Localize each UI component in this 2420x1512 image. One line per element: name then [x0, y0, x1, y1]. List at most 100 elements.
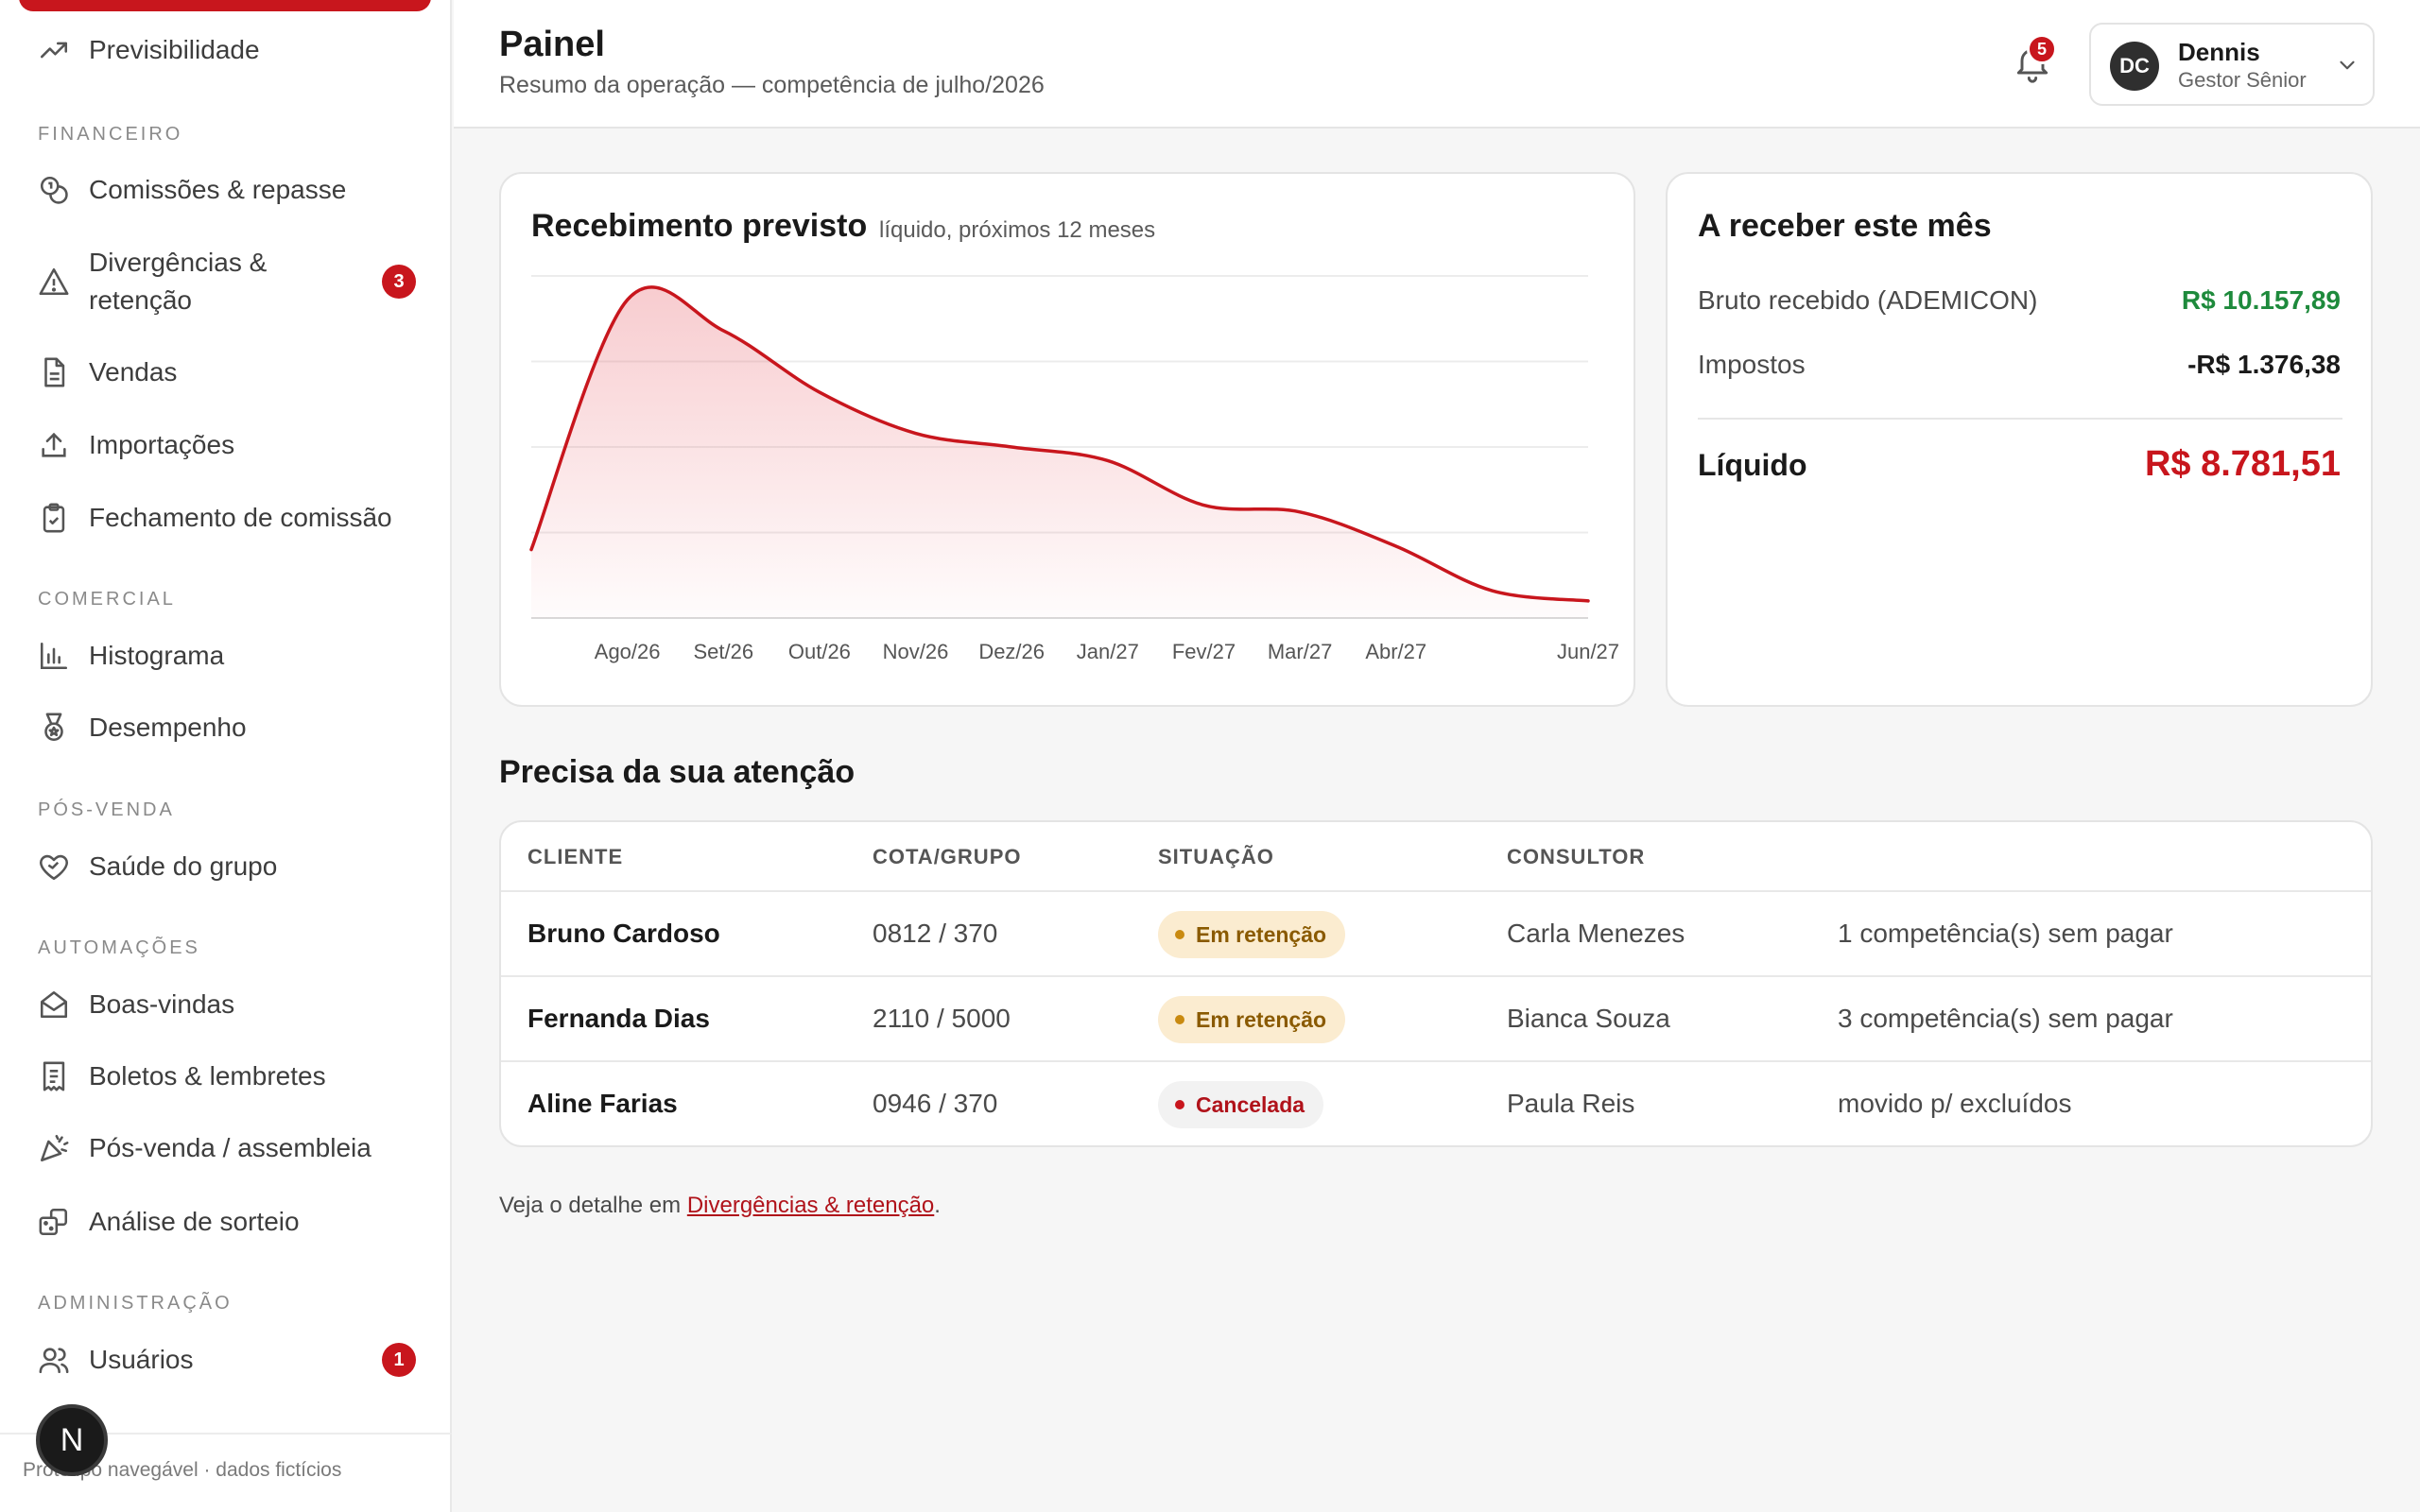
forecast-card: Recebimento previsto líquido, próximos 1…	[499, 172, 1635, 707]
gross-received-value: R$ 10.157,89	[2181, 285, 2341, 315]
alert-triangle-icon	[38, 266, 70, 298]
table-row[interactable]: Aline Farias 0946 / 370 Cancelada Paula …	[501, 1060, 2371, 1145]
sidebar-item-desempenho[interactable]: Desempenho	[38, 712, 416, 744]
sidebar-item-pos-venda-assembleia[interactable]: Pós-venda / assembleia	[38, 1132, 416, 1164]
sidebar-item-boletos[interactable]: Boletos & lembretes	[38, 1060, 416, 1092]
net-label: Líquido	[1698, 448, 1807, 482]
attention-title: Precisa da sua atenção	[499, 754, 856, 790]
x-axis-ticks: Ago/26 Set/26 Out/26 Nov/26 Dez/26 Jan/27 Fev/…	[595, 640, 1619, 663]
active-nav-item[interactable]	[19, 0, 431, 11]
mail-open-icon	[38, 988, 70, 1021]
status-dot	[1175, 1015, 1184, 1024]
x-tick-label: Out/26	[788, 640, 851, 663]
sidebar-item-label: Boletos & lembretes	[89, 1061, 326, 1091]
sidebar-item-comissoes[interactable]: Comissões & repasse	[38, 174, 416, 206]
row-note: 3 competência(s) sem pagar	[1838, 1004, 2173, 1033]
sidebar-item-previsibilidade[interactable]: Previsibilidade	[38, 34, 416, 66]
sidebar-item-label: Boas-vindas	[89, 989, 235, 1019]
receivable-title: A receber este mês	[1698, 208, 1992, 244]
quota-group: 2110 / 5000	[873, 1004, 1011, 1033]
x-tick-label: Nov/26	[883, 640, 949, 663]
status-label: Em retenção	[1196, 1006, 1327, 1032]
sidebar-item-importacoes[interactable]: Importações	[38, 429, 416, 461]
coins-icon	[38, 174, 70, 206]
page-subtitle: Resumo da operação — competência de julh…	[499, 72, 1045, 98]
sidebar-item-label: Vendas	[89, 357, 178, 387]
top-header: Painel Resumo da operação — competência …	[454, 0, 2420, 129]
usuarios-count-badge: 1	[382, 1343, 416, 1377]
section-label-pos-venda: PÓS-VENDA	[38, 799, 175, 820]
row-note: 1 competência(s) sem pagar	[1838, 919, 2173, 948]
divergencias-count-badge: 3	[382, 265, 416, 299]
sidebar-item-label: Análise de sorteio	[89, 1207, 300, 1236]
status-badge: Em retenção	[1158, 911, 1346, 958]
x-tick-label: Ago/26	[595, 640, 661, 663]
divergencias-link[interactable]: Divergências & retenção	[687, 1193, 934, 1218]
client-name: Bruno Cardoso	[527, 919, 720, 948]
sidebar-item-label: Importações	[89, 430, 235, 459]
clipboard-check-icon	[38, 502, 70, 534]
sidebar-item-fechamento[interactable]: Fechamento de comissão	[38, 502, 416, 534]
footnote: Veja o detalhe em Divergências & retençã…	[499, 1193, 941, 1219]
section-label-financeiro: FINANCEIRO	[38, 124, 183, 145]
status-label: Em retenção	[1196, 921, 1327, 947]
client-name: Fernanda Dias	[527, 1004, 710, 1033]
sidebar-item-label: Comissões & repasse	[89, 175, 347, 204]
quota-group: 0946 / 370	[873, 1089, 998, 1118]
x-tick-label: Abr/27	[1365, 640, 1426, 663]
upload-icon	[38, 429, 70, 461]
quota-group: 0812 / 370	[873, 919, 998, 948]
section-label-comercial: COMERCIAL	[38, 589, 176, 610]
x-tick-label: Fev/27	[1172, 640, 1236, 663]
sidebar-item-label: Fechamento de comissão	[89, 503, 392, 532]
x-tick-label: Set/26	[693, 640, 753, 663]
sidebar-item-divergencias[interactable]: Divergências & retenção 3	[38, 244, 416, 319]
section-label-automacoes: AUTOMAÇÕES	[38, 937, 200, 958]
gross-received-label: Bruto recebido (ADEMICON)	[1698, 285, 2038, 315]
taxes-label: Impostos	[1698, 350, 1806, 379]
attention-table: CLIENTE COTA/GRUPO SITUAÇÃO CONSULTOR Br…	[499, 820, 2373, 1147]
column-header-client: CLIENTE	[527, 845, 624, 868]
taxes-value: -R$ 1.376,38	[2187, 350, 2341, 379]
chevron-down-icon	[2335, 53, 2360, 77]
sidebar-item-label: Usuários	[89, 1345, 194, 1374]
dev-tools-button[interactable]: N	[36, 1404, 108, 1476]
user-role: Gestor Sênior	[2178, 68, 2307, 92]
sidebar-item-label: Pós-venda / assembleia	[89, 1133, 372, 1162]
x-tick-label: Jan/27	[1077, 640, 1139, 663]
sidebar-item-analise-sorteio[interactable]: Análise de sorteio	[38, 1206, 416, 1238]
bar-chart-icon	[38, 640, 70, 672]
dice-icon	[38, 1206, 70, 1238]
user-menu[interactable]: DC Dennis Gestor Sênior	[2089, 23, 2375, 106]
sidebar-item-label: Saúde do grupo	[89, 851, 278, 881]
sidebar-item-saude-grupo[interactable]: Saúde do grupo	[38, 850, 416, 883]
sidebar-item-histograma[interactable]: Histograma	[38, 640, 416, 672]
table-row[interactable]: Bruno Cardoso 0812 / 370 Em retenção Car…	[501, 890, 2371, 975]
page-title: Painel	[499, 25, 605, 64]
sidebar-item-label: Desempenho	[89, 713, 247, 742]
sidebar-item-vendas[interactable]: Vendas	[38, 356, 416, 388]
net-value: R$ 8.781,51	[2144, 444, 2341, 484]
table-row[interactable]: Fernanda Dias 2110 / 5000 Em retenção Bi…	[501, 975, 2371, 1060]
users-icon	[38, 1344, 70, 1376]
x-tick-label: Dez/26	[978, 640, 1045, 663]
sidebar-item-boas-vindas[interactable]: Boas-vindas	[38, 988, 416, 1021]
sidebar-item-label: Previsibilidade	[89, 35, 260, 64]
column-header-quota: COTA/GRUPO	[873, 845, 1022, 868]
status-label: Cancelada	[1196, 1091, 1305, 1117]
sidebar-item-label: Histograma	[89, 641, 225, 670]
column-header-consultant: CONSULTOR	[1507, 845, 1646, 868]
heart-handshake-icon	[38, 850, 70, 883]
consultant-name: Carla Menezes	[1507, 919, 1685, 948]
trending-up-icon	[38, 34, 70, 66]
avatar: DC	[2110, 42, 2159, 91]
sidebar-item-usuarios[interactable]: Usuários 1	[38, 1343, 416, 1377]
consultant-name: Bianca Souza	[1507, 1004, 1670, 1033]
footnote-suffix: .	[934, 1193, 941, 1218]
status-badge: Em retenção	[1158, 996, 1346, 1043]
x-tick-label: Mar/27	[1268, 640, 1332, 663]
receivable-card: A receber este mês Bruto recebido (ADEMI…	[1666, 172, 2373, 707]
document-icon	[38, 356, 70, 388]
x-tick-label: Jun/27	[1557, 640, 1619, 663]
section-label-administracao: ADMINISTRAÇÃO	[38, 1293, 233, 1314]
